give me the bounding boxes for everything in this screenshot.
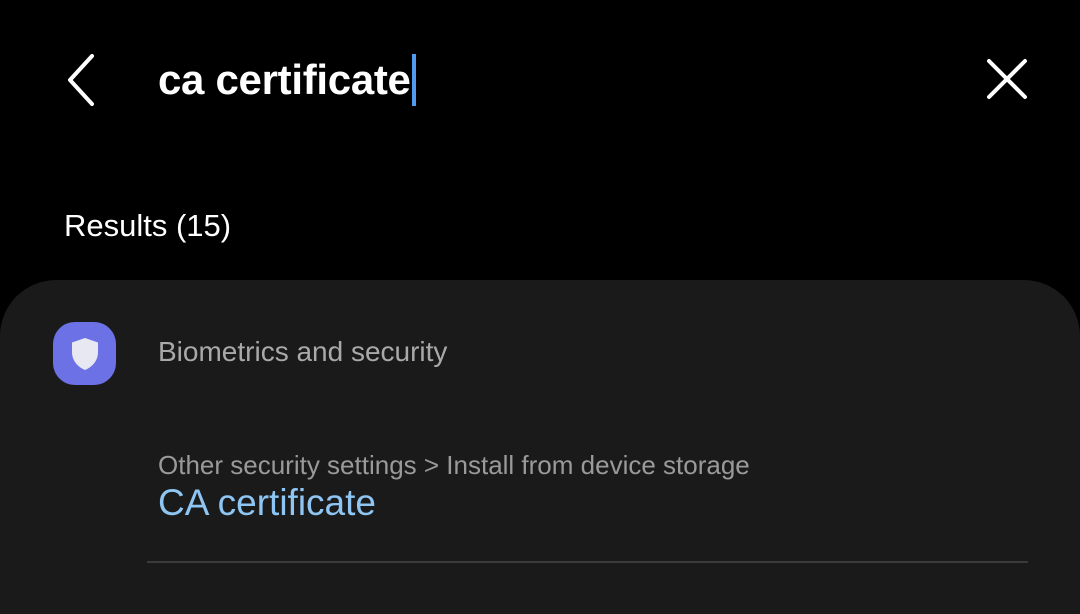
search-bar: ca certificate (0, 0, 1080, 160)
text-caret (411, 54, 416, 106)
category-icon-badge (53, 322, 116, 385)
category-title: Biometrics and security (158, 336, 448, 367)
chevron-left-icon (68, 54, 94, 106)
search-screen: ca certificate Results (15) Biometrics a… (0, 0, 1080, 614)
search-input[interactable]: ca certificate (158, 48, 416, 112)
result-divider (147, 561, 1028, 563)
search-query-text: ca certificate (158, 56, 411, 103)
result-breadcrumb: Other security settings > Install from d… (158, 450, 750, 480)
result-group-card[interactable]: Biometrics and security Other security s… (0, 280, 1080, 614)
clear-search-button[interactable] (976, 48, 1038, 110)
close-icon (987, 59, 1027, 99)
shield-icon (71, 337, 98, 370)
results-count-heading: Results (15) (64, 208, 232, 243)
back-button[interactable] (52, 44, 112, 116)
result-item-ca-certificate[interactable]: CA certificate (158, 482, 376, 524)
